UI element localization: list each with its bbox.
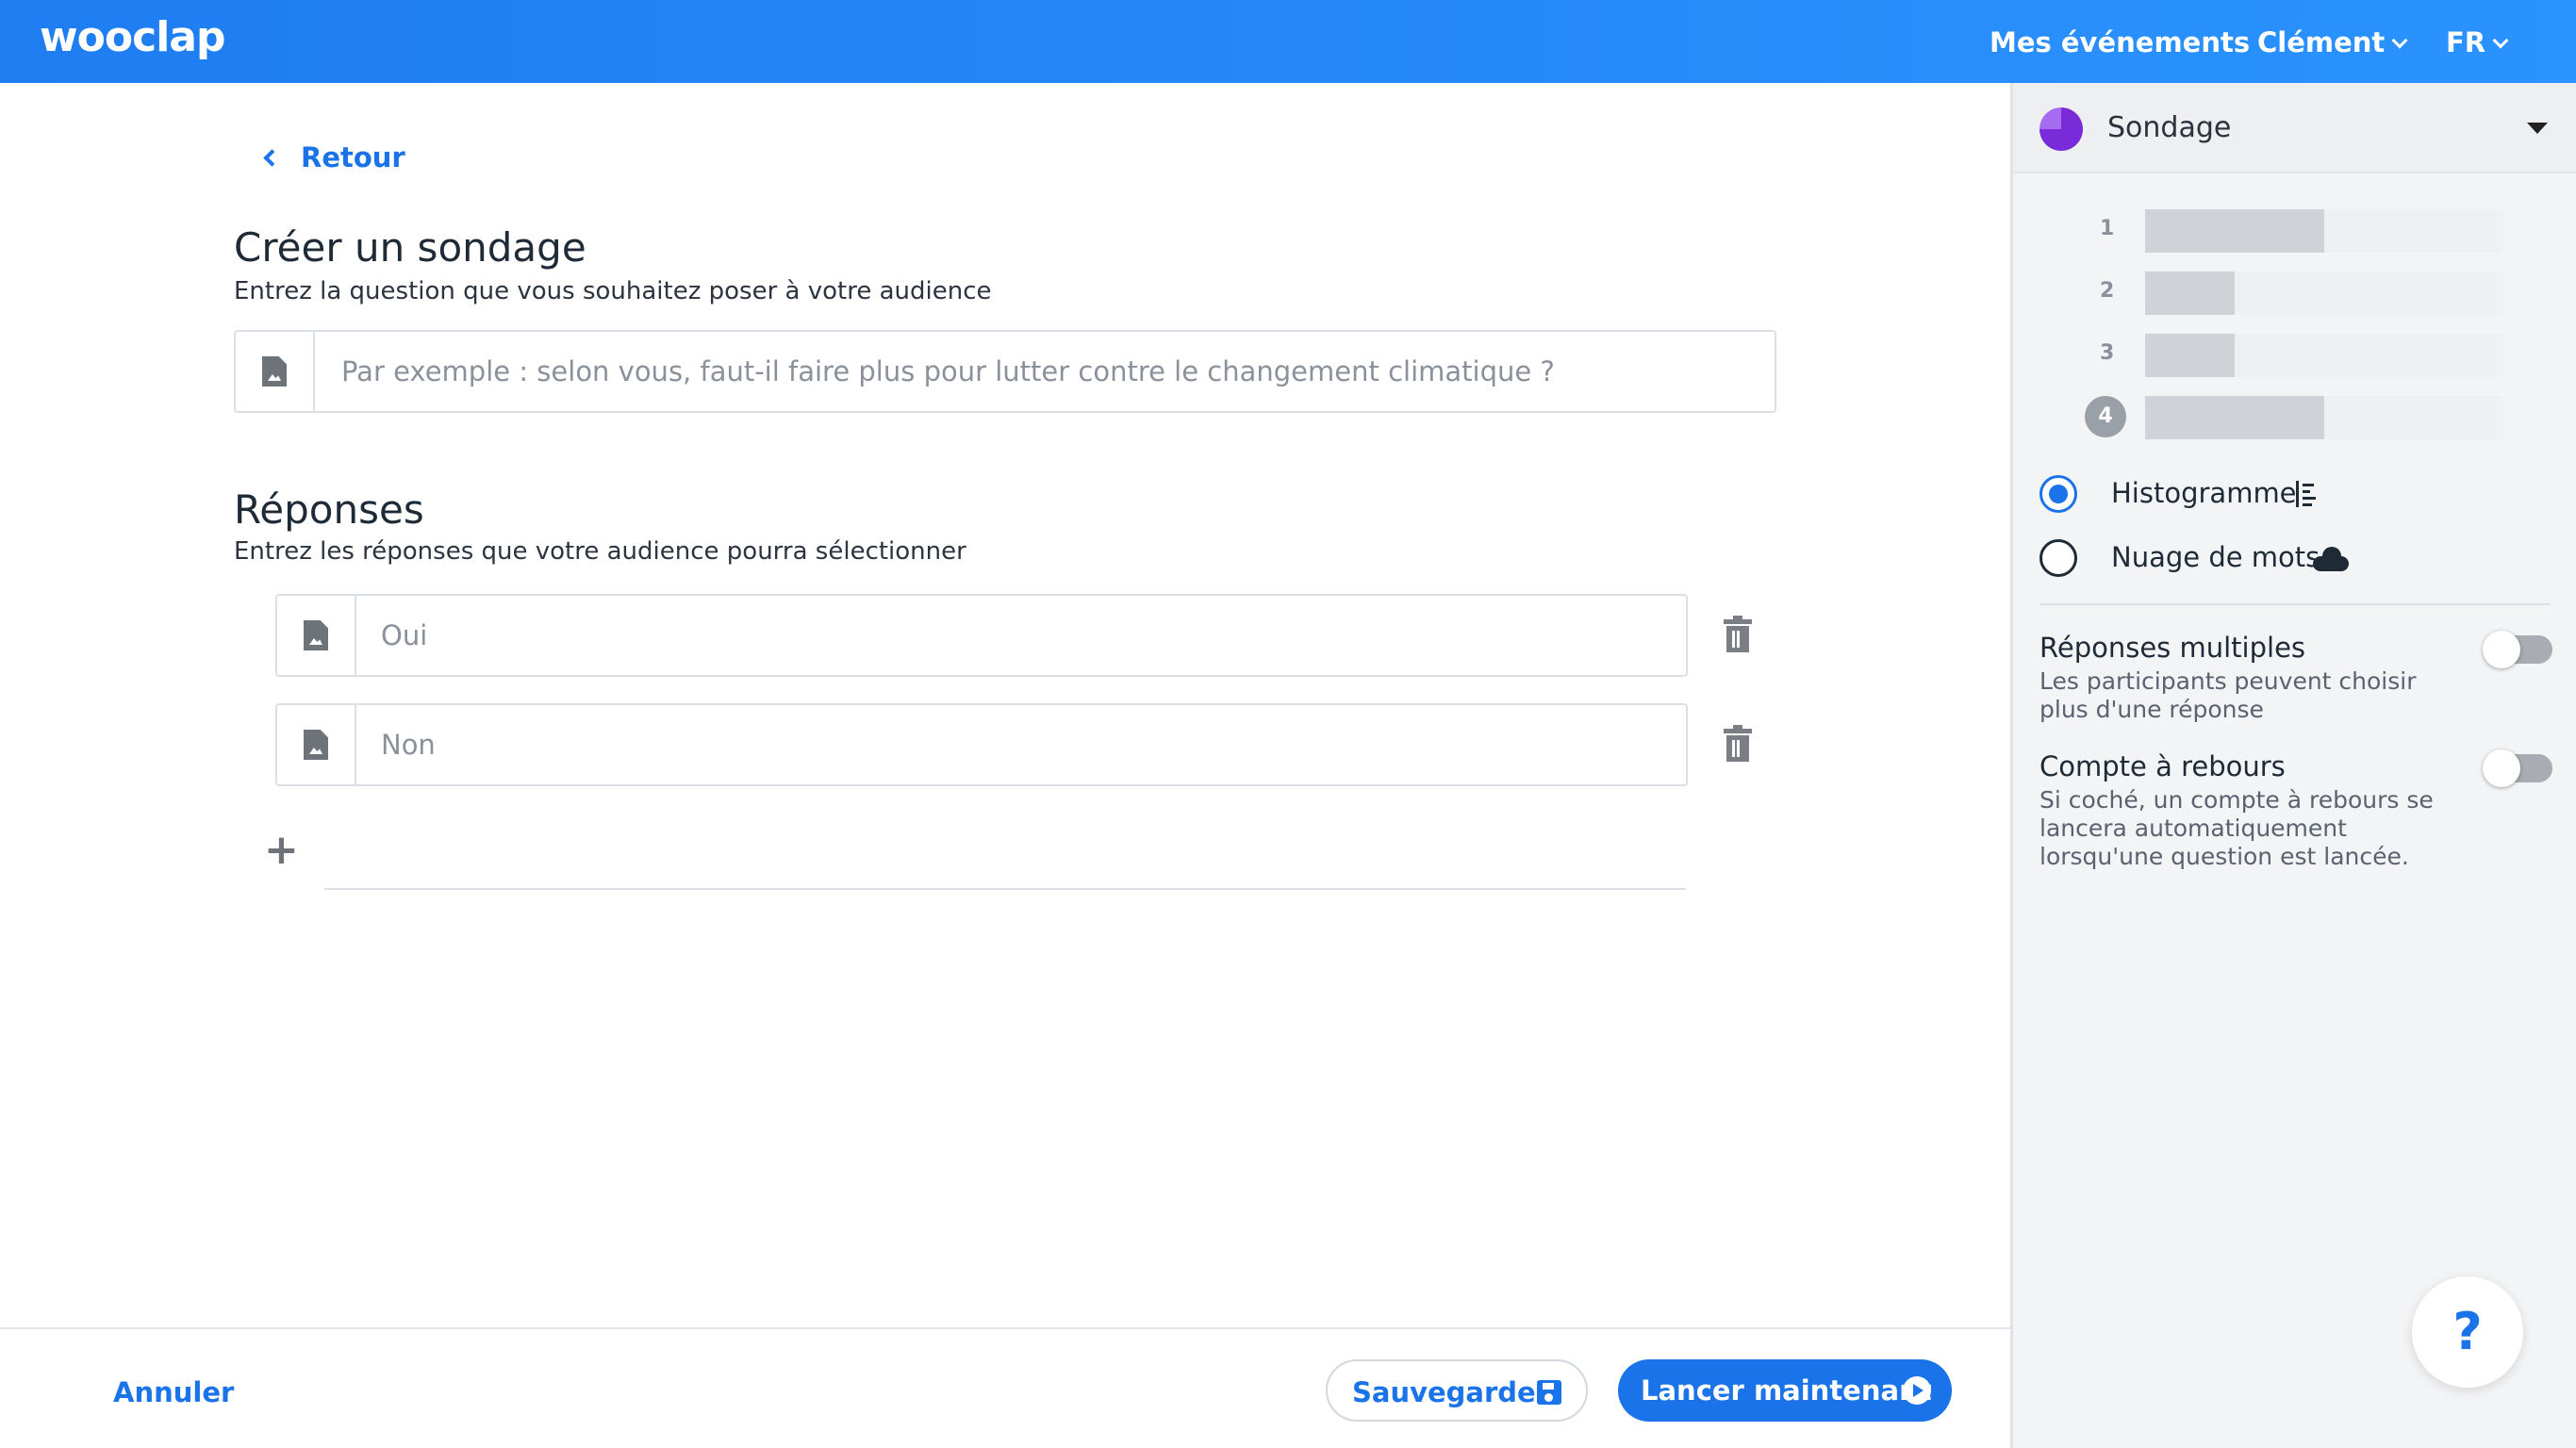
user-name: Clément	[2257, 26, 2386, 58]
multiple-answers-description: Les participants peuvent choisir plus d'…	[2039, 667, 2417, 723]
help-button[interactable]: ?	[2412, 1276, 2523, 1388]
answer-media-button[interactable]	[277, 596, 356, 675]
poll-pie-icon	[2039, 107, 2083, 151]
save-label: Sauvegarder	[1352, 1376, 1550, 1408]
preview-bar-1	[2145, 209, 2324, 253]
main-content: Retour Créer un sondage Entrez la questi…	[0, 83, 2010, 1448]
launch-now-button[interactable]: Lancer maintenant	[1618, 1359, 1952, 1422]
answer-media-button[interactable]	[277, 705, 356, 784]
word-cloud-radio[interactable]	[2039, 539, 2077, 577]
answer-placeholder: Non	[381, 729, 436, 761]
launch-label: Lancer maintenant	[1641, 1374, 1932, 1407]
question-media-button[interactable]	[236, 332, 315, 411]
back-label: Retour	[301, 141, 405, 173]
save-button[interactable]: Sauvegarder	[1326, 1359, 1588, 1422]
question-type-selector[interactable]: Sondage	[2013, 83, 2576, 173]
countdown-toggle[interactable]	[2483, 749, 2552, 787]
image-file-icon	[262, 356, 287, 387]
my-events-label: Mes événements	[1990, 26, 2251, 58]
chevron-left-icon	[263, 149, 281, 167]
preview-bar-2	[2145, 272, 2235, 315]
language-label: FR	[2446, 26, 2486, 58]
wooclap-logo[interactable]: wooclap	[40, 13, 225, 61]
image-file-icon	[304, 730, 328, 760]
cancel-button[interactable]: Annuler	[113, 1376, 234, 1408]
answer-input-2[interactable]: Non	[275, 703, 1688, 786]
preview-rank-3: 3	[2100, 341, 2115, 365]
trash-icon[interactable]	[1724, 725, 1752, 762]
histogram-icon	[2296, 481, 2317, 507]
dropdown-caret-icon	[2527, 123, 2548, 134]
toggle-knob	[2483, 749, 2520, 787]
question-type-label: Sondage	[2107, 111, 2232, 144]
page-title: Créer un sondage	[234, 224, 586, 271]
answers-title: Réponses	[234, 486, 424, 533]
question-placeholder: Par exemple : selon vous, faut-il faire …	[341, 355, 1555, 387]
my-events-link[interactable]: Mes événements	[1990, 26, 2250, 58]
preview-rank-4: 4	[2085, 396, 2126, 437]
chevron-down-icon	[2492, 32, 2509, 49]
floppy-disk-icon	[1537, 1380, 1561, 1405]
multiple-answers-toggle[interactable]	[2483, 631, 2552, 668]
preview-rank-2: 2	[2100, 279, 2115, 303]
word-cloud-label: Nuage de mots	[2111, 541, 2320, 573]
answer-placeholder: Oui	[381, 619, 428, 651]
footer-bar: Annuler Sauvegarder Lancer maintenant	[0, 1327, 2010, 1448]
answer-input-1[interactable]: Oui	[275, 594, 1688, 677]
preview-bar-4	[2145, 396, 2324, 439]
multiple-answers-title: Réponses multiples	[2039, 632, 2306, 664]
top-navbar: wooclap Mes événements Clément FR	[0, 0, 2576, 83]
back-link[interactable]: Retour	[263, 141, 405, 173]
panel-divider	[2039, 603, 2551, 605]
trash-icon[interactable]	[1724, 616, 1752, 652]
play-circle-icon	[1903, 1376, 1931, 1405]
image-file-icon	[304, 620, 328, 650]
histogram-label: Histogramme	[2111, 477, 2297, 509]
preview-rank-1: 1	[2100, 217, 2115, 240]
preview-bar-3	[2145, 334, 2235, 377]
add-answer-button[interactable]: +	[264, 826, 299, 874]
chevron-down-icon	[2391, 32, 2408, 49]
answers-subtitle: Entrez les réponses que votre audience p…	[234, 537, 966, 566]
user-menu[interactable]: Clément	[2257, 26, 2408, 58]
add-answer-input-line[interactable]	[324, 888, 1686, 890]
page-subtitle: Entrez la question que vous souhaitez po…	[234, 277, 992, 305]
histogram-radio[interactable]	[2039, 475, 2077, 513]
countdown-description: Si coché, un compte à rebours se lancera…	[2039, 786, 2434, 870]
settings-panel: Sondage 1 2 3 4 Histogramme Nuage de mot…	[2010, 83, 2576, 1448]
countdown-title: Compte à rebours	[2039, 750, 2286, 782]
cloud-icon	[2313, 547, 2349, 571]
language-menu[interactable]: FR	[2446, 26, 2509, 58]
toggle-knob	[2483, 631, 2520, 668]
question-input[interactable]: Par exemple : selon vous, faut-il faire …	[234, 330, 1776, 413]
